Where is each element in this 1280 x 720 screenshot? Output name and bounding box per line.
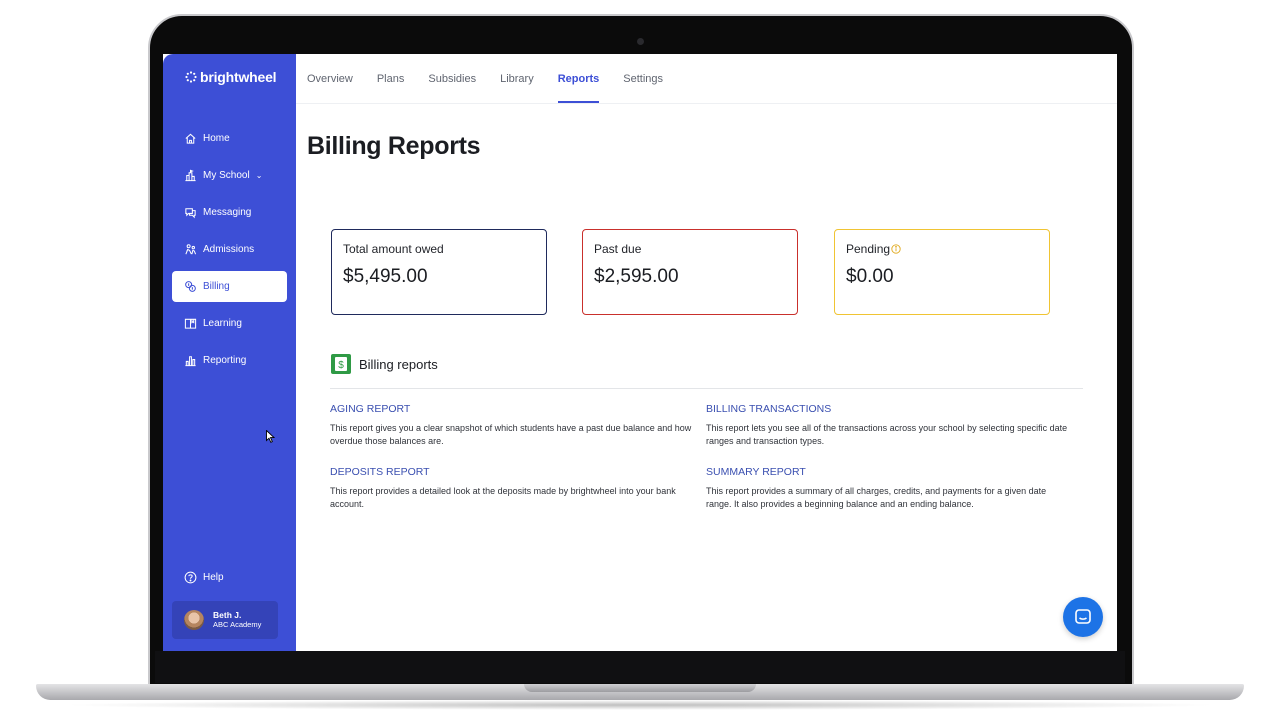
card-label: Total amount owed [343, 242, 444, 256]
stage: brightwheel Home My School ⌄ Messaging A… [0, 0, 1280, 720]
brand-logo[interactable]: brightwheel [185, 69, 277, 85]
billing-reports-header: $ Billing reports [330, 353, 438, 375]
info-icon[interactable] [891, 244, 901, 254]
avatar [184, 610, 204, 630]
help-label: Help [203, 572, 224, 583]
sidebar-item-messaging[interactable]: Messaging [172, 197, 287, 228]
card-label-row: Pending [846, 242, 1038, 256]
home-icon [185, 133, 196, 144]
sidebar-item-label: Billing [203, 281, 230, 292]
sidebar-item-my-school[interactable]: My School ⌄ [172, 160, 287, 191]
sidebar-item-reporting[interactable]: Reporting [172, 345, 287, 376]
report-item-aging: AGING REPORT This report gives you a cle… [330, 403, 692, 447]
billing-icon [185, 281, 196, 292]
dollar-document-icon: $ [331, 354, 351, 374]
sidebar-item-label: Learning [203, 318, 242, 329]
sidebar-item-label: Messaging [203, 207, 252, 218]
laptop-notch [524, 684, 756, 692]
tab-subsidies[interactable]: Subsidies [428, 54, 476, 103]
sidebar-nav: Home My School ⌄ Messaging Admissions Bi… [172, 123, 287, 382]
sidebar-item-learning[interactable]: Learning [172, 308, 287, 339]
report-description: This report lets you see all of the tran… [706, 423, 1068, 446]
card-value: $2,595.00 [594, 266, 679, 287]
laptop-bezel-bottom [155, 651, 1125, 683]
help-link[interactable]: Help [184, 571, 224, 584]
app-window: brightwheel Home My School ⌄ Messaging A… [163, 54, 1117, 651]
user-organization: ABC Academy [213, 620, 262, 629]
report-item-billing-transactions: BILLING TRANSACTIONS This report lets yo… [706, 403, 1068, 447]
page-title: Billing Reports [307, 132, 481, 160]
report-description: This report provides a summary of all ch… [706, 486, 1047, 509]
tab-library[interactable]: Library [500, 54, 534, 103]
sidebar-item-home[interactable]: Home [172, 123, 287, 154]
admissions-icon [185, 244, 197, 255]
tab-overview[interactable]: Overview [307, 54, 353, 103]
sidebar-item-label: My School [203, 170, 250, 181]
billing-transactions-link[interactable]: BILLING TRANSACTIONS [706, 403, 1068, 415]
top-tabs: Overview Plans Subsidies Library Reports… [307, 54, 687, 103]
messaging-icon [185, 208, 196, 219]
card-value: $0.00 [846, 266, 894, 287]
pending-card: Pending $0.00 [834, 229, 1050, 315]
sidebar-item-label: Admissions [203, 244, 255, 255]
sidebar-item-admissions[interactable]: Admissions [172, 234, 287, 265]
tab-plans[interactable]: Plans [377, 54, 405, 103]
report-item-summary: SUMMARY REPORT This report provides a su… [706, 466, 1068, 510]
sidebar-item-label: Reporting [203, 355, 247, 366]
chevron-down-icon: ⌄ [255, 171, 263, 180]
sidebar-item-billing[interactable]: Billing [172, 271, 287, 302]
card-label: Past due [594, 242, 642, 256]
camera-icon [637, 38, 644, 45]
user-profile-card[interactable]: Beth J. ABC Academy [172, 601, 278, 639]
summary-report-link[interactable]: SUMMARY REPORT [706, 466, 1068, 478]
section-divider [330, 388, 1083, 389]
past-due-card: Past due $2,595.00 [582, 229, 798, 315]
sidebar: brightwheel Home My School ⌄ Messaging A… [163, 54, 296, 651]
tabs-divider [296, 103, 1117, 104]
card-value: $5,495.00 [343, 266, 428, 287]
tab-reports[interactable]: Reports [557, 54, 599, 103]
user-info: Beth J. ABC Academy [213, 610, 261, 630]
mouse-cursor-icon [266, 430, 275, 443]
tab-settings[interactable]: Settings [623, 54, 663, 103]
total-owed-card: Total amount owed $5,495.00 [331, 229, 547, 315]
card-label: Pending [846, 242, 891, 256]
chat-launcher-button[interactable] [1063, 597, 1103, 637]
report-item-deposits: DEPOSITS REPORT This report provides a d… [330, 466, 692, 510]
help-icon [184, 571, 197, 584]
svg-text:$: $ [338, 360, 344, 371]
section-title: Billing reports [359, 356, 438, 372]
sidebar-item-label: Home [203, 133, 230, 144]
report-description: This report gives you a clear snapshot o… [330, 423, 692, 446]
laptop-shadow [60, 700, 1220, 710]
user-name: Beth J. [213, 610, 242, 620]
deposits-report-link[interactable]: DEPOSITS REPORT [330, 466, 692, 478]
reporting-icon [185, 356, 196, 367]
learning-icon [184, 318, 197, 329]
logo-text: brightwheel [200, 69, 277, 85]
school-icon [185, 169, 196, 182]
report-description: This report provides a detailed look at … [330, 486, 676, 509]
logo-icon [185, 71, 197, 83]
chat-icon [1075, 609, 1091, 624]
aging-report-link[interactable]: AGING REPORT [330, 403, 692, 415]
